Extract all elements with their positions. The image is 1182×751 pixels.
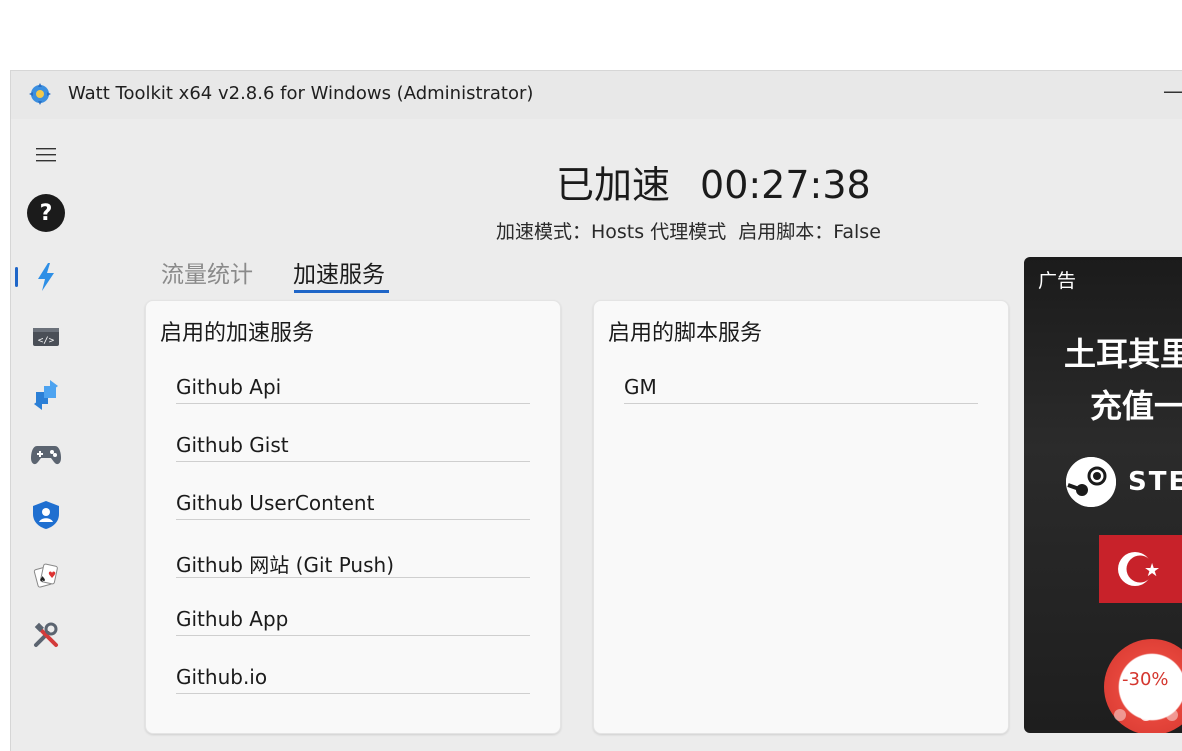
sidebar-item-game[interactable] [25, 437, 67, 473]
question-icon: ? [27, 194, 65, 232]
ad-banner[interactable]: 广告 土耳其里 充值一 STEAM ★ [1024, 257, 1182, 733]
app-window: Watt Toolkit x64 v2.8.6 for Windows (Adm… [10, 70, 1182, 751]
list-item: Github Api [176, 375, 530, 433]
window-title: Watt Toolkit x64 v2.8.6 for Windows (Adm… [68, 83, 534, 104]
sidebar-item-security[interactable] [25, 497, 67, 533]
divider [624, 403, 978, 404]
tab-traffic-stats[interactable]: 流量统计 [161, 255, 253, 289]
ad-brand: STEAM [1128, 467, 1182, 497]
gamepad-icon [31, 446, 61, 465]
sidebar-item-trading-card[interactable]: ♥ ♠ [25, 557, 67, 593]
divider [176, 635, 530, 636]
list-item: Github App [176, 607, 530, 665]
tab-accel-service[interactable]: 加速服务 [293, 255, 385, 289]
service-label: Github App [176, 607, 289, 631]
card-title: 启用的脚本服务 [608, 321, 763, 346]
accel-timer: 00:27:38 [700, 163, 871, 207]
tools-icon [34, 622, 58, 647]
shield-icon [33, 501, 59, 529]
divider [176, 577, 530, 578]
divider [176, 461, 530, 462]
accel-mode-text: 加速模式：Hosts 代理模式 [496, 221, 727, 243]
main-content: 已加速 00:27:38 加速模式：Hosts 代理模式 启用脚本：False 流量… [81, 119, 1182, 751]
carousel-dots [1114, 709, 1178, 721]
turkey-flag-icon: ★ [1099, 535, 1182, 603]
tab-active-underline [294, 290, 389, 293]
accel-status: 已加速 00:27:38 [556, 154, 871, 209]
script-enabled-text: 启用脚本：False [738, 221, 881, 243]
card-title: 启用的加速服务 [160, 321, 315, 346]
crescent-star-icon: ★ [1118, 552, 1160, 586]
svg-text:★: ★ [1144, 560, 1160, 581]
code-icon: </> [33, 328, 59, 346]
steam-logo-icon [1066, 457, 1116, 507]
list-item: Github.io [176, 665, 530, 723]
list-item: Github 网站 (Git Push) [176, 549, 530, 607]
sidebar-item-accelerate[interactable] [25, 259, 67, 295]
lightning-icon [38, 263, 54, 291]
service-label: Github 网站 (Git Push) [176, 553, 394, 577]
service-label: Github.io [176, 665, 268, 689]
accel-info: 加速模式：Hosts 代理模式 启用脚本：False [496, 217, 881, 244]
enabled-accel-services-card: 启用的加速服务 Github Api Github Gist Github Us… [145, 300, 561, 734]
service-label: Github Gist [176, 433, 289, 457]
menu-button[interactable] [25, 137, 67, 173]
accel-service-list: Github Api Github Gist Github UserConten… [176, 375, 530, 723]
arrows-icon [34, 380, 58, 410]
divider [176, 403, 530, 404]
script-service-list: GM [624, 375, 978, 433]
divider [176, 693, 530, 694]
sidebar: ? </> ♥ ♠ [11, 119, 81, 751]
cards-icon: ♥ ♠ [33, 563, 58, 588]
sidebar-item-tools[interactable] [25, 617, 67, 653]
carousel-dot-active[interactable] [1140, 709, 1152, 721]
service-label: GM [624, 375, 657, 399]
active-indicator [15, 267, 18, 287]
hamburger-icon [36, 148, 56, 162]
carousel-dot[interactable] [1166, 709, 1178, 721]
service-label: Github Api [176, 375, 282, 399]
app-logo-icon [29, 83, 51, 105]
title-bar[interactable]: Watt Toolkit x64 v2.8.6 for Windows (Adm… [11, 71, 1182, 119]
list-item: GM [624, 375, 978, 433]
list-item: Github Gist [176, 433, 530, 491]
help-button[interactable]: ? [25, 194, 67, 232]
list-item: Github UserContent [176, 491, 530, 549]
ad-subheadline: 充值一 [1090, 387, 1182, 425]
svg-text:♠: ♠ [39, 575, 46, 584]
sidebar-item-account[interactable] [25, 377, 67, 413]
status-label: 已加速 [556, 163, 671, 207]
svg-text:</>: </> [38, 336, 55, 346]
minimize-button[interactable]: — [1163, 79, 1182, 105]
svg-text:?: ? [40, 201, 53, 226]
steam-icon [1066, 457, 1116, 507]
divider [176, 519, 530, 520]
enabled-script-services-card: 启用的脚本服务 GM [593, 300, 1009, 734]
ad-headline: 土耳其里 [1064, 335, 1182, 373]
sidebar-item-script[interactable]: </> [25, 319, 67, 355]
carousel-dot[interactable] [1114, 709, 1126, 721]
service-label: Github UserContent [176, 491, 375, 515]
discount-text: -30% [1122, 669, 1169, 690]
svg-text:♥: ♥ [48, 571, 56, 581]
ad-tag: 广告 [1038, 270, 1077, 292]
